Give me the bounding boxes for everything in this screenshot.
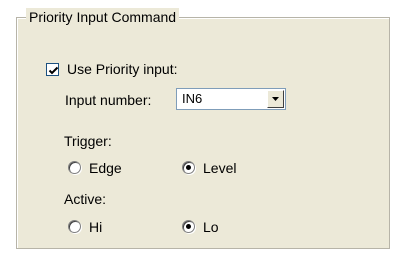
trigger-edge-label: Edge xyxy=(89,160,122,176)
trigger-edge-radio[interactable] xyxy=(68,161,81,174)
active-lo-radio[interactable] xyxy=(182,220,195,233)
active-label: Active: xyxy=(64,191,107,207)
radio-selected-dot xyxy=(186,165,191,170)
active-lo-label: Lo xyxy=(203,219,219,235)
chevron-down-icon xyxy=(272,97,279,101)
radio-selected-dot xyxy=(186,224,191,229)
trigger-level-radio[interactable] xyxy=(182,161,195,174)
trigger-label: Trigger: xyxy=(64,133,112,149)
check-icon xyxy=(48,66,59,75)
input-number-select[interactable]: IN6 xyxy=(176,88,286,110)
use-priority-label: Use Priority input: xyxy=(67,61,178,77)
use-priority-checkbox[interactable] xyxy=(46,63,59,76)
active-hi-label: Hi xyxy=(89,219,103,235)
trigger-level-label: Level xyxy=(203,160,237,176)
dropdown-button[interactable] xyxy=(267,90,284,108)
groupbox-title: Priority Input Command xyxy=(26,8,180,26)
active-hi-radio[interactable] xyxy=(68,220,81,233)
input-number-value: IN6 xyxy=(182,91,203,106)
input-number-label: Input number: xyxy=(65,92,152,108)
